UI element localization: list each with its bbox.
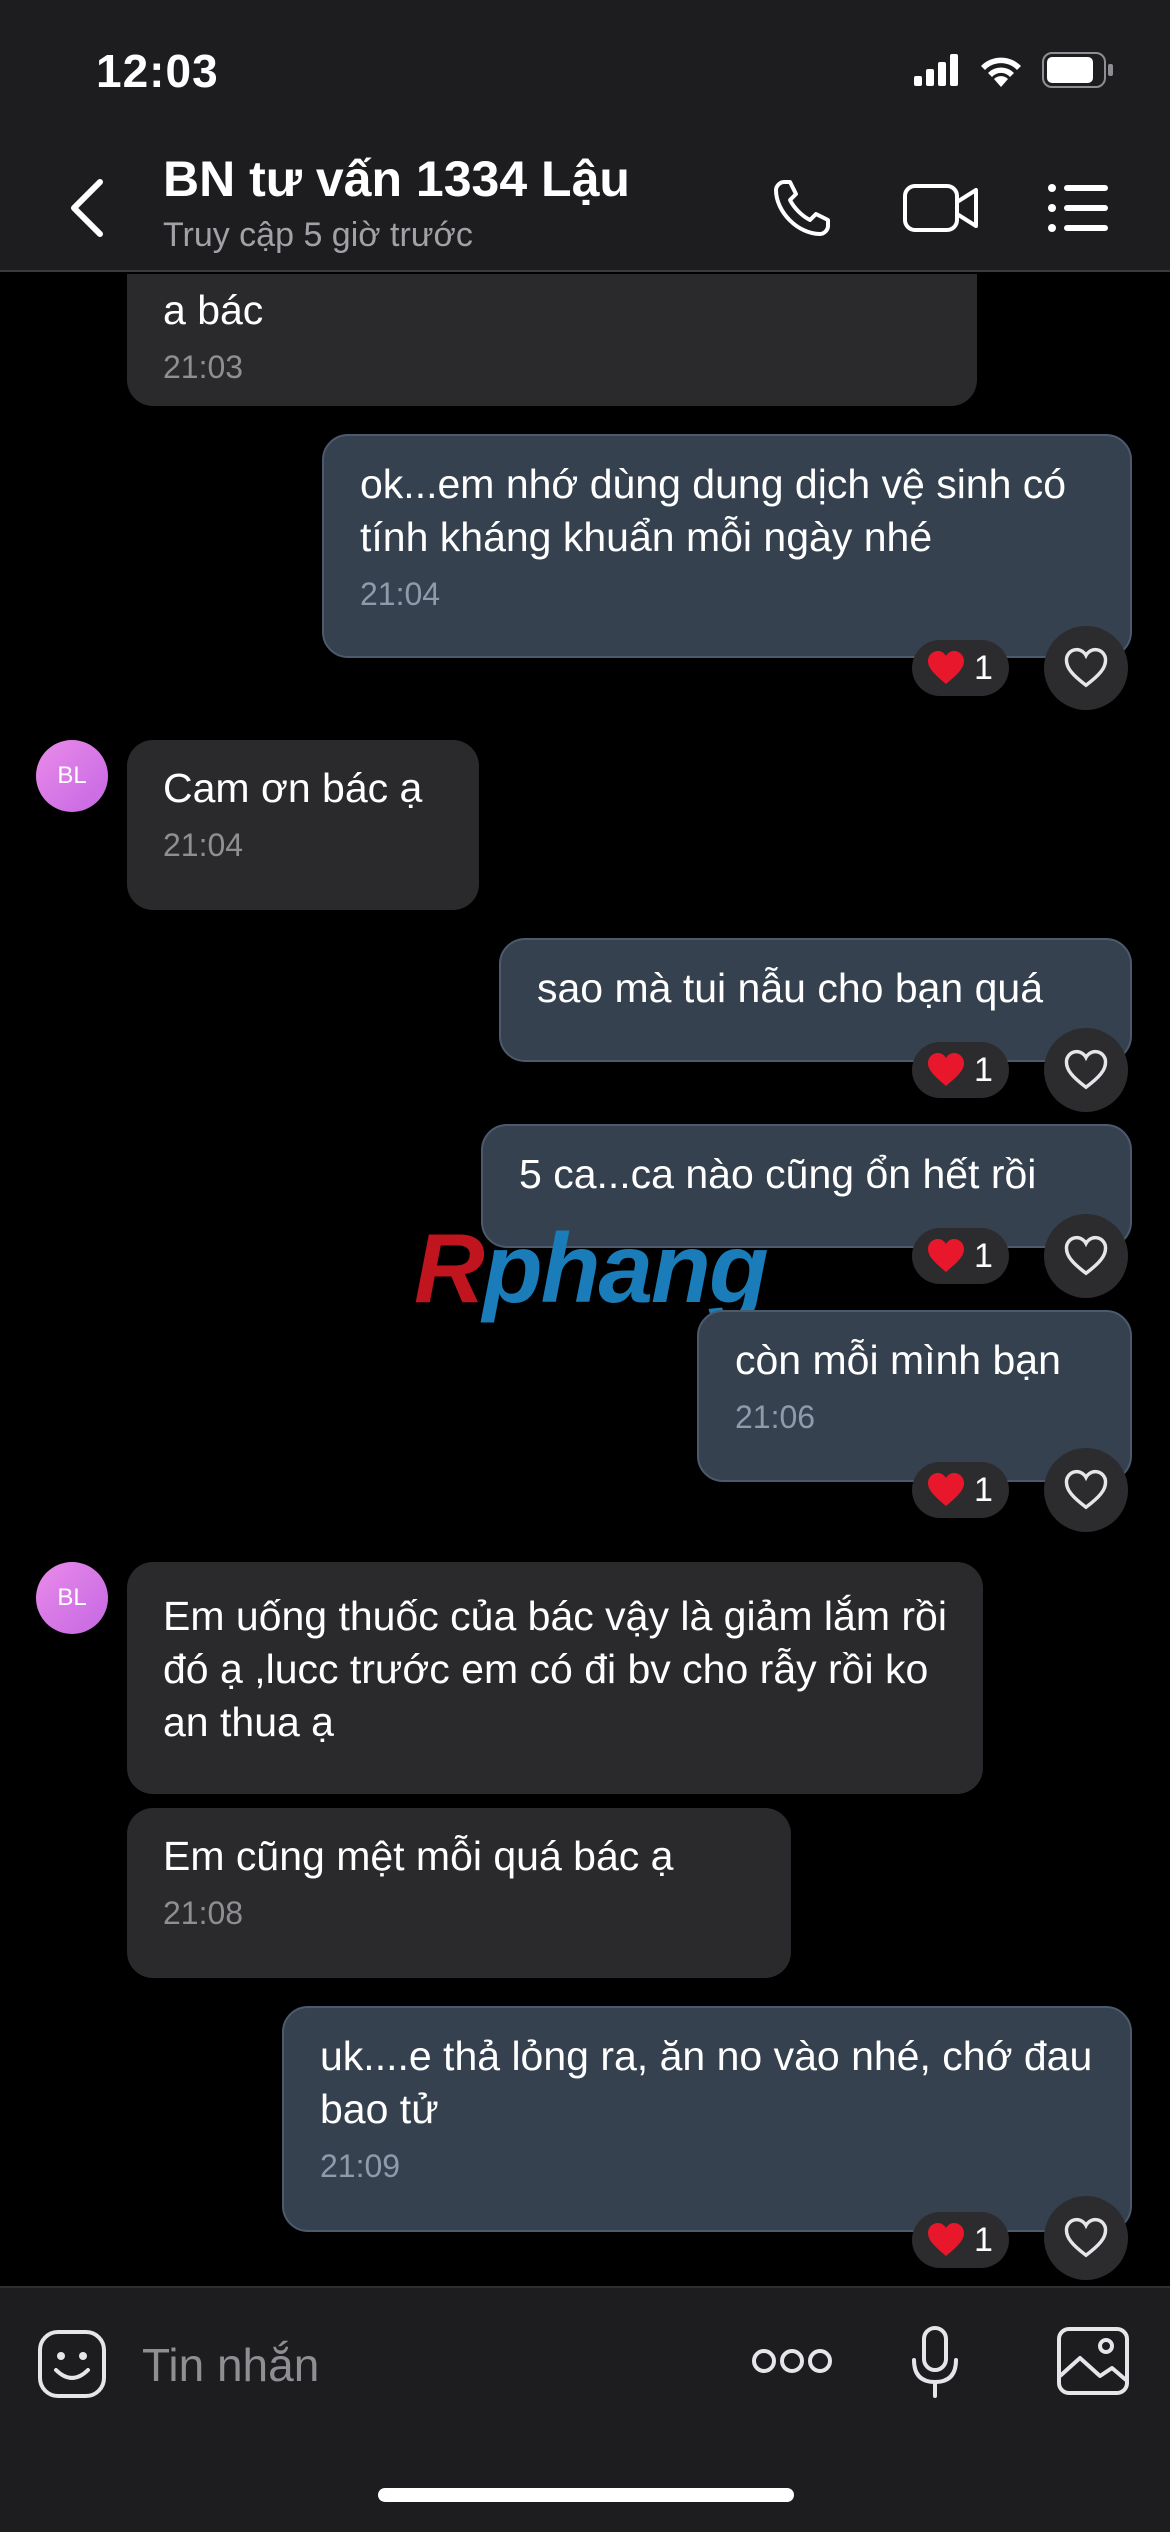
phone-call-icon[interactable] [770, 176, 834, 240]
reaction-count: 1 [974, 1236, 993, 1275]
watermark-text: phang [482, 1213, 769, 1323]
sticker-emoji-icon[interactable] [36, 2328, 108, 2400]
avatar-initials: BL [57, 762, 87, 789]
message-bubble-outgoing[interactable]: sao mà tui nẫu cho bạn quá [499, 938, 1132, 1062]
message-list[interactable]: a bác 21:03 ok...em nhớ dùng dung dịch v… [0, 274, 1170, 2286]
message-time: 21:03 [163, 349, 244, 385]
message-bubble-incoming[interactable]: Cam ơn bác ạ 21:04 [127, 740, 479, 910]
reaction-count: 1 [974, 2220, 993, 2259]
contact-avatar[interactable]: BL [36, 740, 108, 812]
message-text: sao mà tui nẫu cho bạn quá [537, 965, 1044, 1011]
menu-list-icon[interactable] [1046, 176, 1110, 240]
back-arrow-icon[interactable] [60, 176, 114, 240]
reaction-badge[interactable]: 1 [912, 1462, 1009, 1518]
message-text: a bác [163, 287, 264, 333]
heart-outline-icon [1064, 2217, 1108, 2258]
message-text: uk....e thả lỏng ra, ăn no vào nhé, chớ … [320, 2033, 1093, 2132]
message-text: còn mỗi mình bạn [735, 1337, 1061, 1383]
message-bubble-outgoing[interactable]: uk....e thả lỏng ra, ăn no vào nhé, chớ … [282, 2006, 1132, 2232]
chat-header: BN tư vấn 1334 Lậu Truy cập 5 giờ trước [0, 140, 1170, 272]
status-icons [914, 52, 1114, 88]
message-text: Cam ơn bác ạ [163, 765, 423, 811]
heart-reaction-icon [928, 651, 964, 684]
heart-reaction-icon [928, 1239, 964, 1272]
more-options-icon[interactable] [752, 2346, 832, 2376]
reaction-badge[interactable]: 1 [912, 1228, 1009, 1284]
message-text: Em uống thuốc của bác vậy là giảm lắm rồ… [163, 1593, 947, 1745]
message-time: 21:06 [735, 1399, 816, 1435]
chat-subtitle: Truy cập 5 giờ trước [163, 216, 473, 254]
home-indicator[interactable] [378, 2488, 794, 2502]
watermark-logo: Rphang [414, 1212, 769, 1325]
heart-reaction-icon [928, 1053, 964, 1086]
video-call-icon[interactable] [902, 176, 980, 240]
message-time: 21:08 [163, 1895, 244, 1931]
like-button[interactable] [1044, 1214, 1128, 1298]
message-bubble-incoming[interactable]: Em uống thuốc của bác vậy là giảm lắm rồ… [127, 1562, 983, 1794]
image-gallery-icon[interactable] [1056, 2326, 1130, 2396]
message-bubble-incoming[interactable]: a bác 21:03 [127, 274, 977, 406]
contact-avatar[interactable]: BL [36, 1562, 108, 1634]
like-button[interactable] [1044, 1448, 1128, 1532]
message-bubble-incoming[interactable]: Em cũng mệt mỗi quá bác ạ 21:08 [127, 1808, 791, 1978]
reaction-count: 1 [974, 1050, 993, 1089]
reaction-badge[interactable]: 1 [912, 2212, 1009, 2268]
like-button[interactable] [1044, 2196, 1128, 2280]
status-time: 12:03 [96, 45, 219, 97]
heart-outline-icon [1064, 1235, 1108, 1276]
heart-outline-icon [1064, 647, 1108, 688]
reaction-count: 1 [974, 1470, 993, 1509]
like-button[interactable] [1044, 1028, 1128, 1112]
reaction-badge[interactable]: 1 [912, 640, 1009, 696]
battery-icon [1042, 52, 1113, 88]
heart-reaction-icon [928, 1473, 964, 1506]
message-text: ok...em nhớ dùng dung dịch vệ sinh có tí… [360, 461, 1067, 560]
reaction-badge[interactable]: 1 [912, 1042, 1009, 1098]
wifi-icon [981, 57, 1021, 87]
heart-reaction-icon [928, 2223, 964, 2256]
status-bar: 12:03 [0, 0, 1170, 140]
message-text: Em cũng mệt mỗi quá bác ạ [163, 1833, 674, 1879]
message-time: 21:04 [163, 827, 244, 863]
microphone-icon[interactable] [910, 2324, 960, 2400]
reaction-count: 1 [974, 648, 993, 687]
message-input[interactable]: Tin nhắn [142, 2338, 319, 2392]
avatar-initials: BL [57, 1584, 87, 1611]
heart-outline-icon [1064, 1469, 1108, 1510]
message-text: 5 ca...ca nào cũng ổn hết rồi [519, 1151, 1037, 1197]
watermark-letter-r: R [414, 1213, 485, 1323]
chat-title[interactable]: BN tư vấn 1334 Lậu [163, 150, 630, 208]
signal-icon [914, 54, 958, 86]
message-time: 21:09 [320, 2148, 401, 2184]
message-time: 21:04 [360, 576, 441, 612]
message-bubble-outgoing[interactable]: ok...em nhớ dùng dung dịch vệ sinh có tí… [322, 434, 1132, 658]
heart-outline-icon [1064, 1049, 1108, 1090]
like-button[interactable] [1044, 626, 1128, 710]
